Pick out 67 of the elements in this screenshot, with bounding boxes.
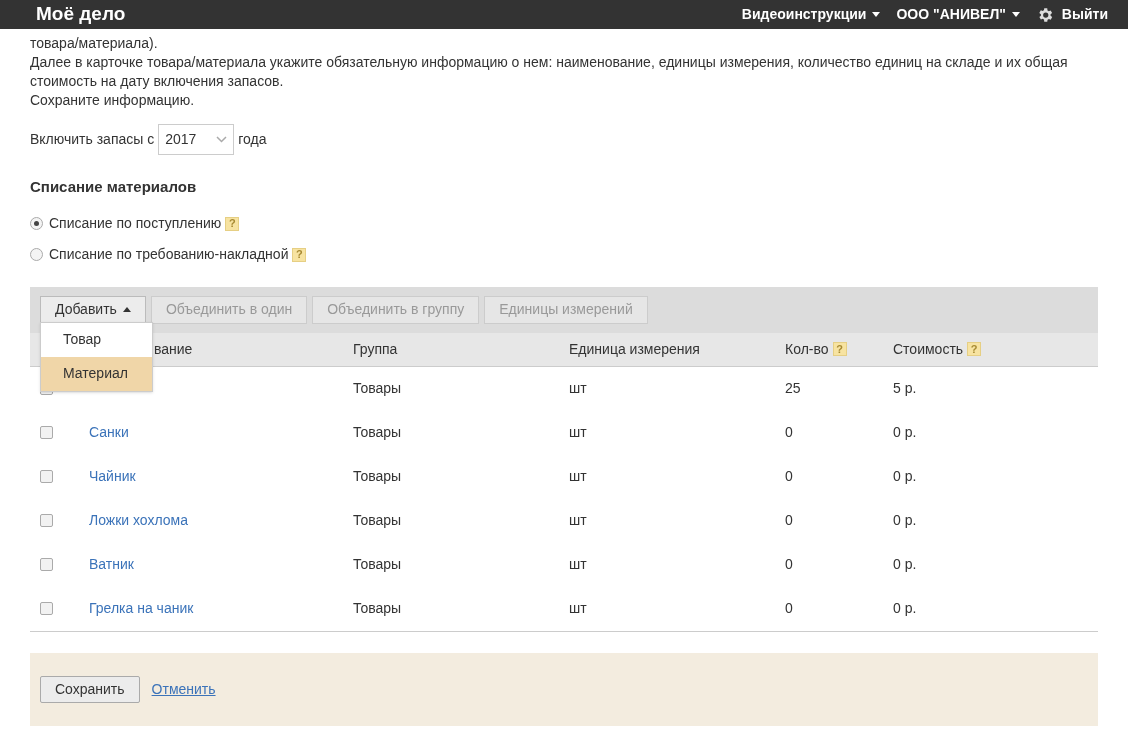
help-icon[interactable]: ?: [967, 342, 982, 356]
add-button[interactable]: Добавить: [40, 295, 146, 324]
logout-link[interactable]: Выйти: [1061, 4, 1108, 25]
row-checkbox[interactable]: [40, 558, 53, 571]
radio-button[interactable]: [30, 248, 43, 261]
column-header: Стоимость: [893, 339, 964, 359]
instruction-text: Далее в карточке товара/материала укажите обязательную информацию о нем: наименование, единицы измерения, количество единиц на складе и их общая стоимость на дату включения запасов.: [30, 53, 1069, 91]
item-link[interactable]: Санки: [89, 422, 129, 443]
row-checkbox[interactable]: [40, 602, 53, 615]
table-cell-text: шт: [569, 511, 588, 530]
radio-button[interactable]: [30, 217, 43, 230]
column-header: Группа: [353, 339, 398, 359]
table-cell-text: 0: [785, 423, 794, 442]
table-cell-text: Товары: [353, 379, 403, 398]
menu-dropdown[interactable]: ООО "АНИВЕЛ": [896, 4, 1020, 25]
instruction-text: Сохраните информацию.: [30, 91, 196, 110]
table-cell-text: Товары: [353, 423, 403, 442]
save-button[interactable]: Сохранить: [40, 675, 140, 703]
table-cell-text: шт: [569, 379, 588, 398]
cancel-link[interactable]: Отменить: [151, 678, 216, 700]
table-cell-text: Товары: [353, 511, 403, 530]
row-checkbox[interactable]: [40, 514, 53, 527]
table-cell-text: Товары: [353, 599, 403, 618]
caret-icon: [872, 12, 881, 17]
row-checkbox[interactable]: [40, 426, 53, 439]
help-icon[interactable]: ?: [225, 216, 240, 231]
table-cell-text: шт: [569, 423, 588, 442]
caret-icon: [122, 307, 131, 312]
table-cell-text: шт: [569, 555, 588, 574]
table-cell-text: 0 р.: [893, 467, 918, 486]
caret-icon: [1011, 12, 1020, 17]
table-cell-text: 5 р.: [893, 379, 918, 398]
chevron-icon: [216, 136, 228, 143]
help-icon[interactable]: ?: [832, 342, 847, 356]
table-cell-text: 0: [785, 599, 794, 618]
radio-label[interactable]: Списание по поступлению: [49, 213, 222, 234]
table-cell-text: шт: [569, 599, 588, 618]
row-checkbox[interactable]: [40, 470, 53, 483]
item-link[interactable]: Ватник: [89, 554, 134, 575]
table-cell-text: Товары: [353, 555, 403, 574]
table-cell-text: 0 р.: [893, 511, 918, 530]
instruction-text: товара/материала).: [30, 34, 159, 53]
menu-item[interactable]: Товар: [41, 322, 152, 357]
table-cell-text: 25: [785, 379, 802, 398]
table-cell-text: 0 р.: [893, 555, 918, 574]
table-cell-text: 0: [785, 511, 794, 530]
item-link[interactable]: Грелка на чаник: [89, 598, 194, 619]
year-select[interactable]: 2017: [158, 124, 235, 155]
item-link[interactable]: Чайник: [89, 466, 136, 487]
radio-label[interactable]: Списание по требованию-накладной: [49, 244, 289, 265]
column-header: Единица измерения: [569, 339, 700, 359]
table-cell-text: Товары: [353, 467, 403, 486]
year-suffix: года: [238, 130, 267, 149]
column-header: Кол-во: [785, 339, 829, 359]
item-link[interactable]: Ложки хохлома: [89, 510, 188, 531]
table-cell-text: 0 р.: [893, 599, 918, 618]
help-icon[interactable]: ?: [292, 247, 307, 262]
year-label: Включить запасы с: [30, 130, 155, 149]
menu-dropdown[interactable]: Видеоинструкции: [741, 4, 881, 25]
table-cell-text: шт: [569, 467, 588, 486]
table-cell-text: 0 р.: [893, 423, 918, 442]
menu-item[interactable]: Материал: [41, 356, 152, 391]
table-cell-text: 0: [785, 555, 794, 574]
column-header: вание: [154, 339, 193, 359]
table-cell-text: 0: [785, 467, 794, 486]
logo[interactable]: Моё дело: [36, 0, 126, 29]
section-title: Списание материалов: [30, 177, 198, 197]
